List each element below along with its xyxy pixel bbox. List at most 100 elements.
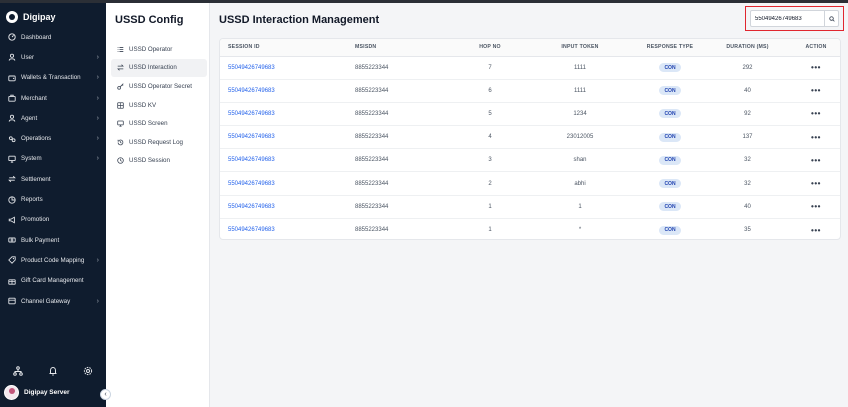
header-duration[interactable]: DURATION (MS) — [705, 39, 790, 57]
duration-cell: 32 — [705, 171, 790, 196]
submenu-item-label: USSD Screen — [129, 120, 168, 128]
sidebar-item-gift-card-management[interactable]: Gift Card Management — [0, 271, 106, 291]
header-hop-no[interactable]: HOP NO — [455, 39, 525, 57]
response-type-badge: CON — [659, 155, 681, 165]
response-type-cell: CON — [635, 125, 705, 150]
sidebar-item-merchant[interactable]: Merchant › — [0, 88, 106, 108]
interaction-table: SESSION ID MSISDN HOP NO INPUT TOKEN RES… — [220, 39, 840, 239]
sidebar-nav: Dashboard User › Wallets & Transaction ›… — [0, 27, 106, 311]
response-type-cell: CON — [635, 148, 705, 173]
session-id-link[interactable]: 55049426749683 — [220, 171, 355, 196]
sidebar-item-channel-gateway[interactable]: Channel Gateway › — [0, 291, 106, 311]
action-cell: ••• — [790, 102, 840, 127]
session-id-link[interactable]: 55049426749683 — [220, 102, 355, 127]
table-header-row: SESSION ID MSISDN HOP NO INPUT TOKEN RES… — [220, 39, 840, 57]
wallet-icon — [7, 73, 16, 82]
submenu-item-label: USSD KV — [129, 101, 157, 109]
collapse-sidebar-button[interactable]: ‹ — [100, 389, 111, 400]
more-actions-icon[interactable]: ••• — [811, 202, 821, 211]
sidebar-item-label: Operations — [21, 135, 52, 143]
hop-no-cell: 1 — [455, 195, 525, 219]
submenu-item-ussd-kv[interactable]: USSD KV — [111, 96, 207, 115]
duration-cell: 292 — [705, 56, 790, 80]
submenu-item-label: USSD Request Log — [129, 138, 183, 146]
input-token-cell: 23012005 — [525, 125, 635, 150]
search-button[interactable] — [824, 11, 838, 26]
more-actions-icon[interactable]: ••• — [811, 179, 821, 188]
hop-no-cell: 5 — [455, 102, 525, 127]
table-row: 55049426749683 8855223344 4 23012005 CON… — [220, 125, 840, 150]
more-actions-icon[interactable]: ••• — [811, 156, 821, 165]
more-actions-icon[interactable]: ••• — [811, 226, 821, 235]
session-id-link[interactable]: 55049426749683 — [220, 195, 355, 219]
operations-icon — [7, 134, 16, 143]
submenu-item-ussd-request-log[interactable]: USSD Request Log — [111, 133, 207, 152]
submenu-item-label: USSD Session — [129, 157, 170, 165]
header-session-id[interactable]: SESSION ID — [220, 39, 355, 57]
session-id-link[interactable]: 55049426749683 — [220, 218, 355, 239]
bell-icon[interactable] — [48, 363, 58, 381]
header-response-type[interactable]: RESPONSE TYPE — [635, 39, 705, 57]
chevron-right-icon: › — [96, 114, 99, 122]
user-profile[interactable]: Digipay Server — [4, 385, 70, 400]
sidebar-item-label: Settlement — [21, 175, 51, 183]
session-id-link[interactable]: 55049426749683 — [220, 56, 355, 80]
duration-cell: 137 — [705, 125, 790, 150]
more-actions-icon[interactable]: ••• — [811, 109, 821, 118]
action-cell: ••• — [790, 148, 840, 173]
submenu-item-ussd-operator-secret[interactable]: USSD Operator Secret — [111, 77, 207, 96]
sidebar-item-reports[interactable]: Reports — [0, 189, 106, 209]
header-input-token[interactable]: INPUT TOKEN — [525, 39, 635, 57]
sidebar-item-dashboard[interactable]: Dashboard — [0, 27, 106, 47]
submenu-item-ussd-screen[interactable]: USSD Screen — [111, 114, 207, 133]
sidebar-item-label: System — [21, 155, 42, 163]
search-input[interactable] — [751, 15, 824, 22]
chevron-right-icon: › — [96, 297, 99, 305]
input-token-cell: 1234 — [525, 102, 635, 127]
chevron-right-icon: › — [96, 94, 99, 102]
brand-logo-icon — [6, 11, 18, 23]
gear-icon[interactable] — [83, 363, 93, 381]
session-id-link[interactable]: 55049426749683 — [220, 79, 355, 103]
more-actions-icon[interactable]: ••• — [811, 133, 821, 142]
screen-icon — [116, 119, 125, 128]
sidebar-item-wallets[interactable]: Wallets & Transaction › — [0, 68, 106, 88]
more-actions-icon[interactable]: ••• — [811, 63, 821, 72]
session-id-link[interactable]: 55049426749683 — [220, 125, 355, 150]
key-icon — [116, 82, 125, 91]
chevron-right-icon: › — [96, 53, 99, 61]
msisdn-cell: 8855223344 — [355, 227, 389, 234]
sidebar-item-label: Channel Gateway — [21, 297, 71, 305]
network-icon[interactable] — [12, 363, 23, 381]
msisdn-cell: 8855223344 — [355, 148, 455, 173]
sidebar-item-settlement[interactable]: Settlement — [0, 169, 106, 189]
msisdn-cell: 8855223344 — [355, 171, 455, 196]
user-name: Digipay Server — [24, 389, 70, 396]
table-row: 55049426749683 8855223344 2 abhi CON 32 … — [220, 171, 840, 196]
more-actions-icon[interactable]: ••• — [811, 86, 821, 95]
input-token-cell: 1 — [525, 195, 635, 219]
action-cell: ••• — [790, 56, 840, 80]
table-row: 55049426749683 8855223344 6 1111 CON 40 … — [220, 79, 840, 103]
sidebar-item-bulk-payment[interactable]: Bulk Payment — [0, 230, 106, 250]
dashboard-icon — [7, 33, 16, 42]
sidebar-item-product-code-mapping[interactable]: Product Code Mapping › — [0, 250, 106, 270]
submenu-item-ussd-operator[interactable]: USSD Operator — [111, 40, 207, 59]
sidebar-item-operations[interactable]: Operations › — [0, 128, 106, 148]
submenu-item-ussd-session[interactable]: USSD Session — [111, 152, 207, 171]
settlement-icon — [7, 175, 16, 184]
page-title: USSD Interaction Management — [219, 14, 380, 26]
sidebar-item-promotion[interactable]: Promotion — [0, 210, 106, 230]
session-id-link[interactable]: 55049426749683 — [220, 148, 355, 173]
header-msisdn[interactable]: MSISDN — [355, 39, 455, 57]
hop-no-cell: 7 — [455, 56, 525, 80]
submenu-item-ussd-interaction[interactable]: USSD Interaction — [111, 58, 207, 78]
sidebar-item-agent[interactable]: Agent › — [0, 108, 106, 128]
hop-no-cell: 3 — [455, 148, 525, 173]
sidebar-item-system[interactable]: System › — [0, 149, 106, 169]
sidebar-item-label: Agent — [21, 114, 38, 122]
sidebar-item-user[interactable]: User › — [0, 47, 106, 67]
sidebar-item-label: Bulk Payment — [21, 236, 60, 244]
chevron-right-icon: › — [96, 256, 99, 264]
brand[interactable]: Digipay — [6, 9, 56, 25]
